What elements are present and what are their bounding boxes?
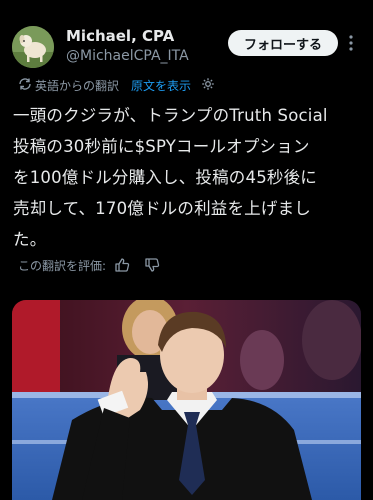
author-display-name[interactable]: Michael, CPA: [66, 27, 174, 45]
photo-image: [12, 300, 361, 500]
thumbs-up-icon[interactable]: [114, 257, 130, 273]
more-vertical-icon[interactable]: [344, 32, 358, 54]
tweet-header: Michael, CPA @MichaelCPA_ITA フォローする: [0, 0, 373, 72]
tweet-media-photo[interactable]: [12, 300, 361, 500]
translation-row: 英語からの翻訳 原文を表示: [18, 76, 215, 94]
tweet-line: た。: [13, 230, 47, 249]
gear-icon[interactable]: [201, 77, 215, 94]
tweet-line: を100億ドル分購入し、投稿の45秒後に: [13, 168, 317, 187]
rate-translation-row: この翻訳を評価:: [18, 255, 160, 275]
tweet-line: 売却して、170億ドルの利益を上げまし: [13, 199, 311, 218]
tweet-line: 投稿の30秒前に$SPYコールオプション: [13, 137, 310, 156]
show-original-link[interactable]: 原文を表示: [131, 77, 191, 94]
author-handle[interactable]: @MichaelCPA_ITA: [66, 48, 189, 64]
thumbs-down-icon[interactable]: [144, 257, 160, 273]
author-avatar[interactable]: [12, 26, 54, 68]
translation-label: 英語からの翻訳: [35, 78, 120, 93]
follow-button[interactable]: フォローする: [228, 30, 338, 56]
tweet-line: 一頭のクジラが、トランプのTruth Social: [13, 106, 328, 125]
tweet-text: 一頭のクジラが、トランプのTruth Social 投稿の30秒前に$SPYコー…: [13, 100, 365, 255]
rate-translation-label: この翻訳を評価:: [18, 258, 107, 273]
dog-avatar-icon: [12, 26, 54, 68]
translate-icon: [18, 77, 32, 94]
